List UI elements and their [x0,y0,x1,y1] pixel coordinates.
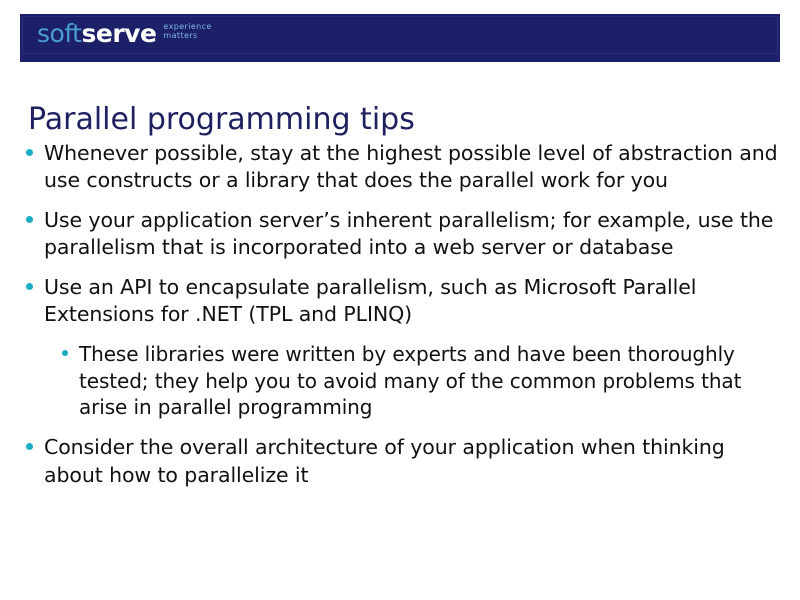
slide-title: Parallel programming tips [28,102,415,138]
bullet-dot-icon [26,443,33,451]
bullet-dot-icon [26,282,33,290]
slide-body: Whenever possible, stay at the highest p… [26,140,778,501]
presentation-slide: soft serve experience matters Parallel pr… [0,0,800,600]
bullet-dot-icon [26,149,33,156]
bullet-text: Whenever possible, stay at the highest p… [44,141,778,193]
bullet-item: Whenever possible, stay at the highest p… [26,140,778,195]
logo-tagline-line2: matters [163,30,198,40]
sub-bullet-item: These libraries were written by experts … [62,341,778,421]
bullet-item: Use your application server’s inherent p… [26,207,778,262]
bullet-dot-icon [26,215,33,223]
softserve-logo: soft serve experience matters [37,21,212,46]
bullet-dot-icon [62,349,68,356]
bullet-text: Use your application server’s inherent p… [44,207,774,260]
logo-tagline: experience matters [163,22,211,41]
bullet-text: Consider the overall architecture of you… [44,435,725,487]
header-banner: soft serve experience matters [20,14,780,62]
sub-bullet-text: These libraries were written by experts … [79,341,742,420]
bullet-item: Consider the overall architecture of you… [26,434,778,489]
bullet-item: Use an API to encapsulate parallelism, s… [26,274,778,329]
logo-word-soft: soft [37,19,82,48]
logo-word-serve: serve [81,19,157,48]
bullet-text: Use an API to encapsulate parallelism, s… [44,274,697,327]
